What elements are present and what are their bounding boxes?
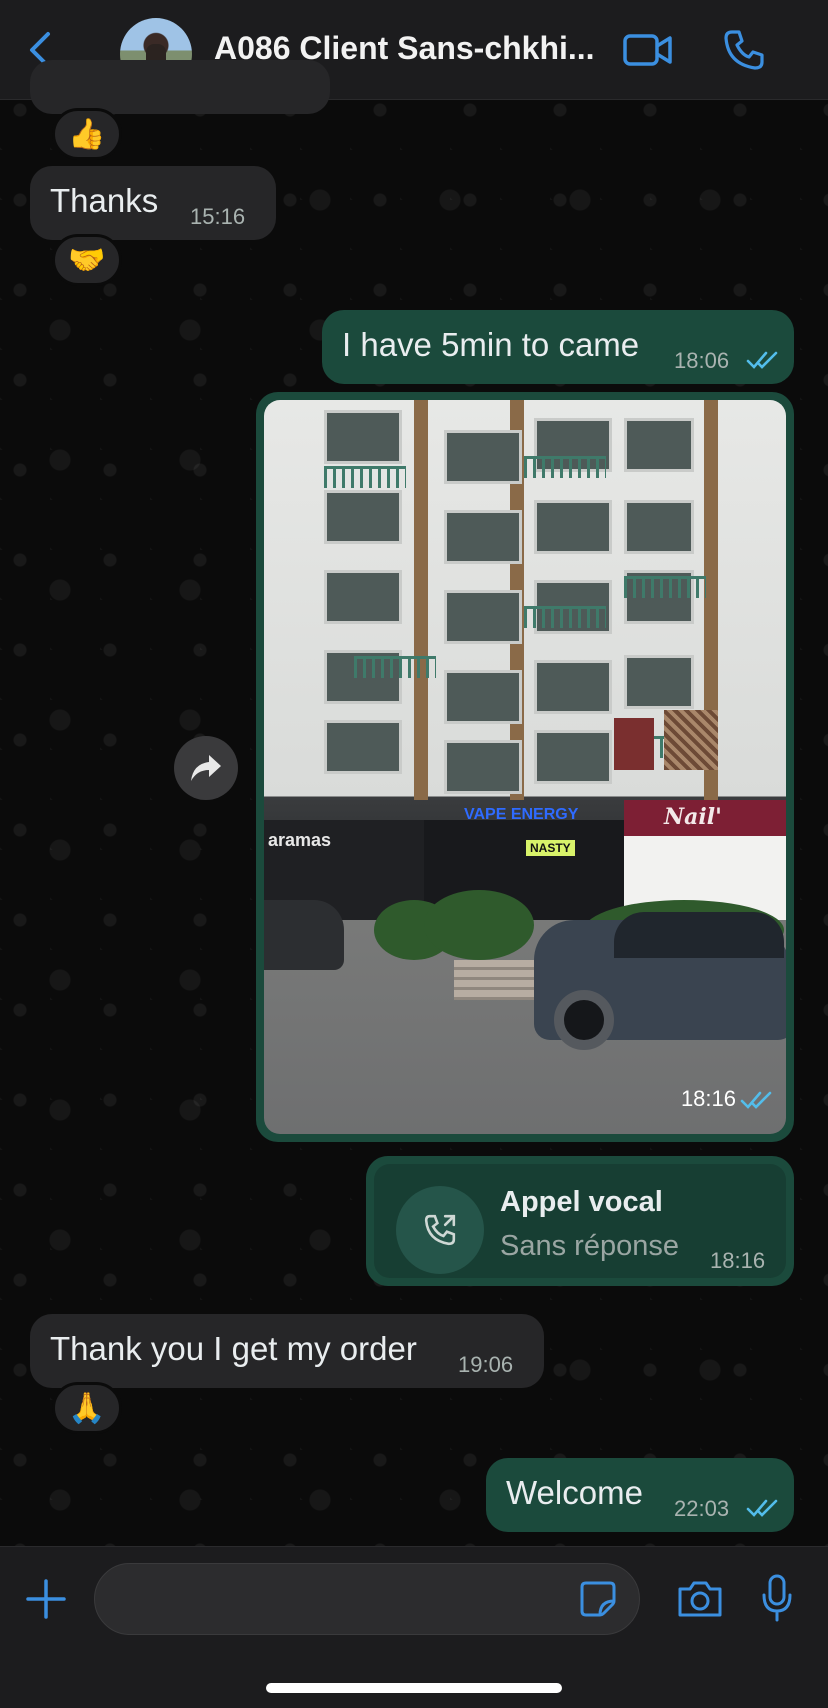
- photo-detail: [444, 510, 522, 564]
- photo-detail: [534, 730, 612, 784]
- photo-detail: [324, 570, 402, 624]
- photo-detail: [614, 718, 654, 770]
- image-message[interactable]: aramas VAPE ENERGY NASTY Nail' 18:16: [256, 392, 794, 1142]
- call-status-icon: [396, 1186, 484, 1274]
- message-time: 19:06: [458, 1352, 514, 1377]
- photo-detail: [324, 720, 402, 774]
- building-photo[interactable]: aramas VAPE ENERGY NASTY Nail' 18:16: [264, 400, 786, 1134]
- plus-icon[interactable]: [24, 1577, 68, 1621]
- message-composer: [0, 1546, 828, 1708]
- message-text: Thank you I get my order: [50, 1330, 417, 1367]
- photo-detail: [664, 710, 718, 770]
- message-time: 15:16: [190, 204, 246, 229]
- photo-detail: [614, 912, 784, 958]
- photo-detail: [444, 670, 522, 724]
- forward-button[interactable]: [174, 736, 238, 800]
- photo-detail: [424, 890, 534, 960]
- message-time: 18:16: [680, 1086, 736, 1111]
- camera-icon[interactable]: [676, 1577, 724, 1621]
- shop-sign: VAPE ENERGY: [464, 806, 579, 823]
- reaction-handshake[interactable]: 🤝: [52, 234, 122, 286]
- photo-detail: [324, 410, 402, 464]
- message-time: 18:16: [710, 1248, 766, 1273]
- message-input[interactable]: [94, 1563, 640, 1635]
- phone-call-icon[interactable]: [722, 28, 766, 72]
- shop-sign: aramas: [268, 830, 332, 850]
- message-time: 22:03: [674, 1496, 730, 1521]
- photo-detail: [444, 430, 522, 484]
- message-time: 18:06: [674, 348, 730, 373]
- shop-sign: Nail': [664, 804, 722, 830]
- photo-detail: [534, 660, 612, 714]
- photo-detail: [444, 590, 522, 644]
- photo-detail: [624, 418, 694, 472]
- photo-detail: [324, 490, 402, 544]
- message-incoming[interactable]: Thank you I get my order 19:06: [30, 1314, 544, 1388]
- photo-detail: [524, 456, 606, 478]
- message-outgoing[interactable]: Welcome 22:03: [486, 1458, 794, 1532]
- photo-detail: [264, 900, 344, 970]
- message-text: Thanks: [50, 182, 159, 219]
- previous-message-edge: [30, 60, 330, 114]
- photo-detail: [624, 500, 694, 554]
- message-text: Welcome: [506, 1474, 643, 1511]
- photo-detail: [444, 740, 522, 794]
- missed-call-message[interactable]: Appel vocal Sans réponse 18:16: [366, 1156, 794, 1286]
- message-text: I have 5min to came: [342, 326, 640, 363]
- sticker-icon[interactable]: [578, 1579, 618, 1619]
- photo-detail: [624, 655, 694, 709]
- shop-sign: NASTY: [526, 840, 575, 856]
- photo-detail: [324, 466, 406, 488]
- read-ticks-icon: [746, 1499, 778, 1517]
- photo-detail: [524, 606, 606, 628]
- microphone-icon[interactable]: [760, 1573, 794, 1623]
- photo-detail: [414, 400, 428, 800]
- photo-detail: [554, 990, 614, 1050]
- read-ticks-icon: [740, 1091, 772, 1109]
- message-outgoing[interactable]: I have 5min to came 18:06: [322, 310, 794, 384]
- message-incoming[interactable]: Thanks 15:16: [30, 166, 276, 240]
- read-ticks-icon: [746, 351, 778, 369]
- call-subtitle: Sans réponse: [500, 1230, 679, 1262]
- photo-detail: [354, 656, 436, 678]
- reaction-thumbs-up[interactable]: 👍: [52, 108, 122, 160]
- home-indicator: [266, 1683, 562, 1693]
- forward-arrow-icon: [191, 755, 221, 781]
- photo-detail: [534, 500, 612, 554]
- video-call-icon[interactable]: [622, 30, 674, 70]
- photo-detail: [624, 576, 706, 598]
- call-title: Appel vocal: [500, 1186, 663, 1218]
- reaction-folded-hands[interactable]: 🙏: [52, 1382, 122, 1434]
